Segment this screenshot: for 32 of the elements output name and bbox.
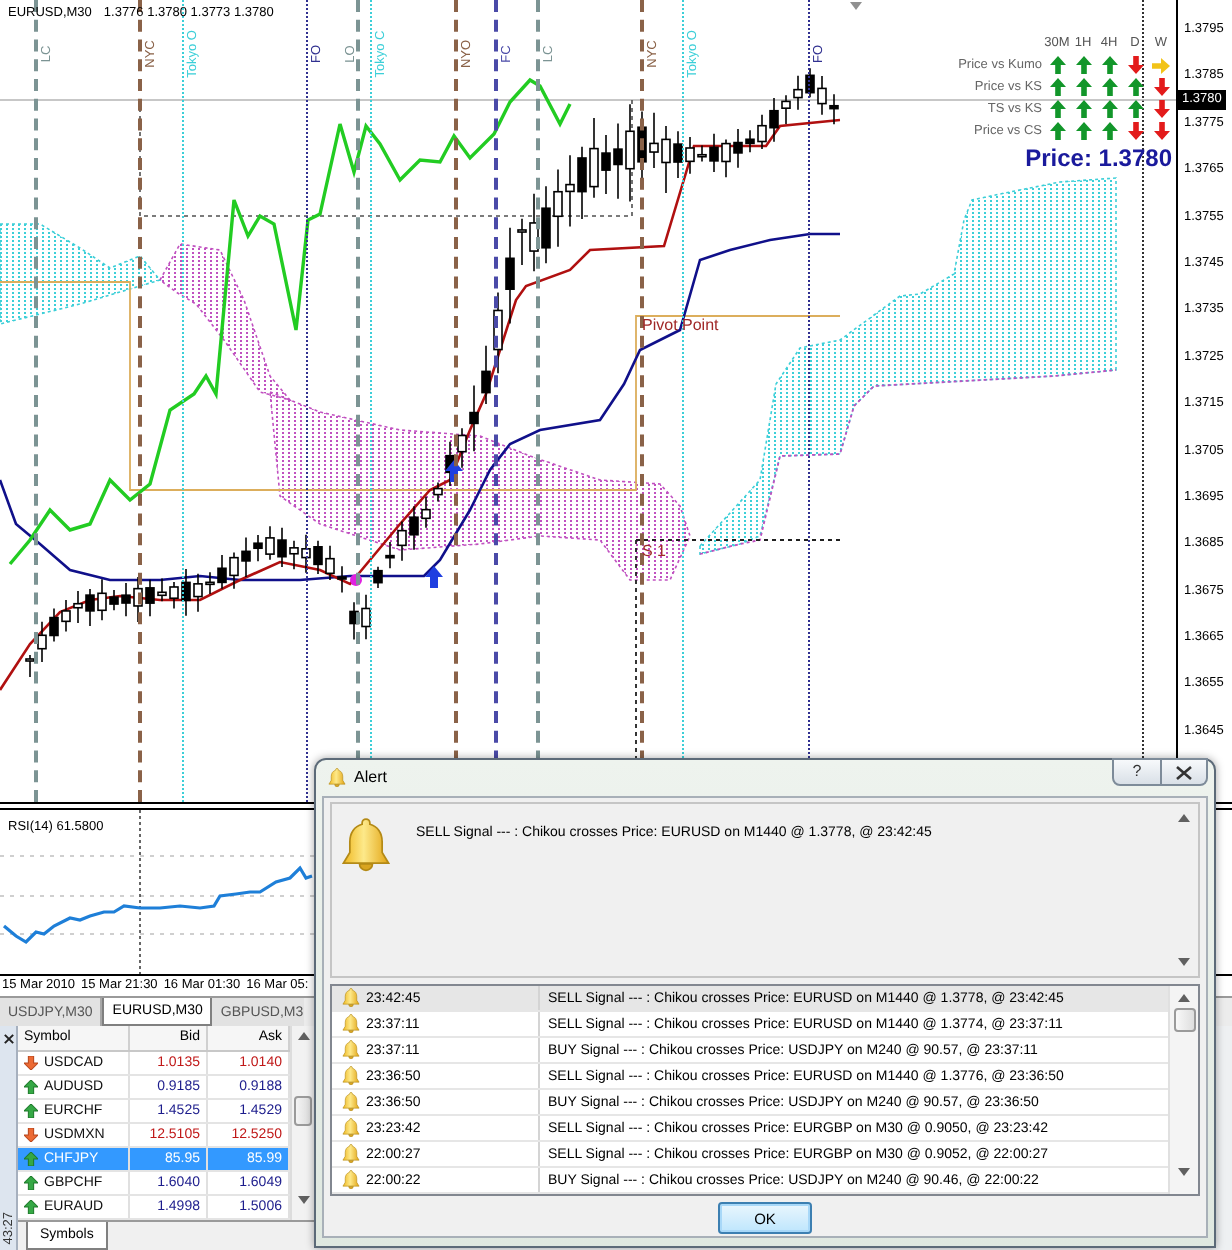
- scrollbar-thumb[interactable]: [1173, 1008, 1195, 1032]
- close-icon[interactable]: [3, 1034, 13, 1044]
- close-icon: [1176, 765, 1192, 779]
- dialog-title: Alert: [354, 768, 387, 788]
- price-label: Price: 1.3780: [1025, 144, 1172, 172]
- caret-down-icon[interactable]: [1178, 958, 1190, 966]
- level-label: S 1: [642, 542, 667, 560]
- marker-dot-icon: [350, 574, 362, 586]
- bell-icon: [342, 1092, 360, 1112]
- bell-icon: [340, 818, 392, 874]
- up-arrow-icon: [425, 566, 443, 588]
- scrollbar[interactable]: [290, 1026, 314, 1220]
- bell-icon: [342, 1040, 360, 1060]
- help-button[interactable]: ?: [1112, 758, 1162, 786]
- scrollbar-thumb[interactable]: [294, 1096, 312, 1126]
- triangle-marker-icon[interactable]: [850, 2, 862, 10]
- bell-icon: [342, 1014, 360, 1034]
- scrollbar[interactable]: [1168, 986, 1198, 1194]
- caret-down-icon[interactable]: [297, 1196, 309, 1204]
- bell-icon: [342, 988, 360, 1008]
- level-label: Pivot Point: [642, 316, 719, 334]
- bell-icon: [342, 1144, 360, 1164]
- up-arrow-icon: [445, 460, 463, 482]
- bell-icon: [328, 768, 346, 788]
- caret-down-icon[interactable]: [1178, 1168, 1190, 1176]
- caret-up-icon[interactable]: [297, 1032, 309, 1040]
- caret-up-icon[interactable]: [1178, 994, 1190, 1002]
- caret-up-icon[interactable]: [1178, 814, 1190, 822]
- bell-icon: [342, 1170, 360, 1190]
- bell-icon: [342, 1118, 360, 1138]
- close-button[interactable]: [1162, 758, 1208, 786]
- bell-icon: [342, 1066, 360, 1086]
